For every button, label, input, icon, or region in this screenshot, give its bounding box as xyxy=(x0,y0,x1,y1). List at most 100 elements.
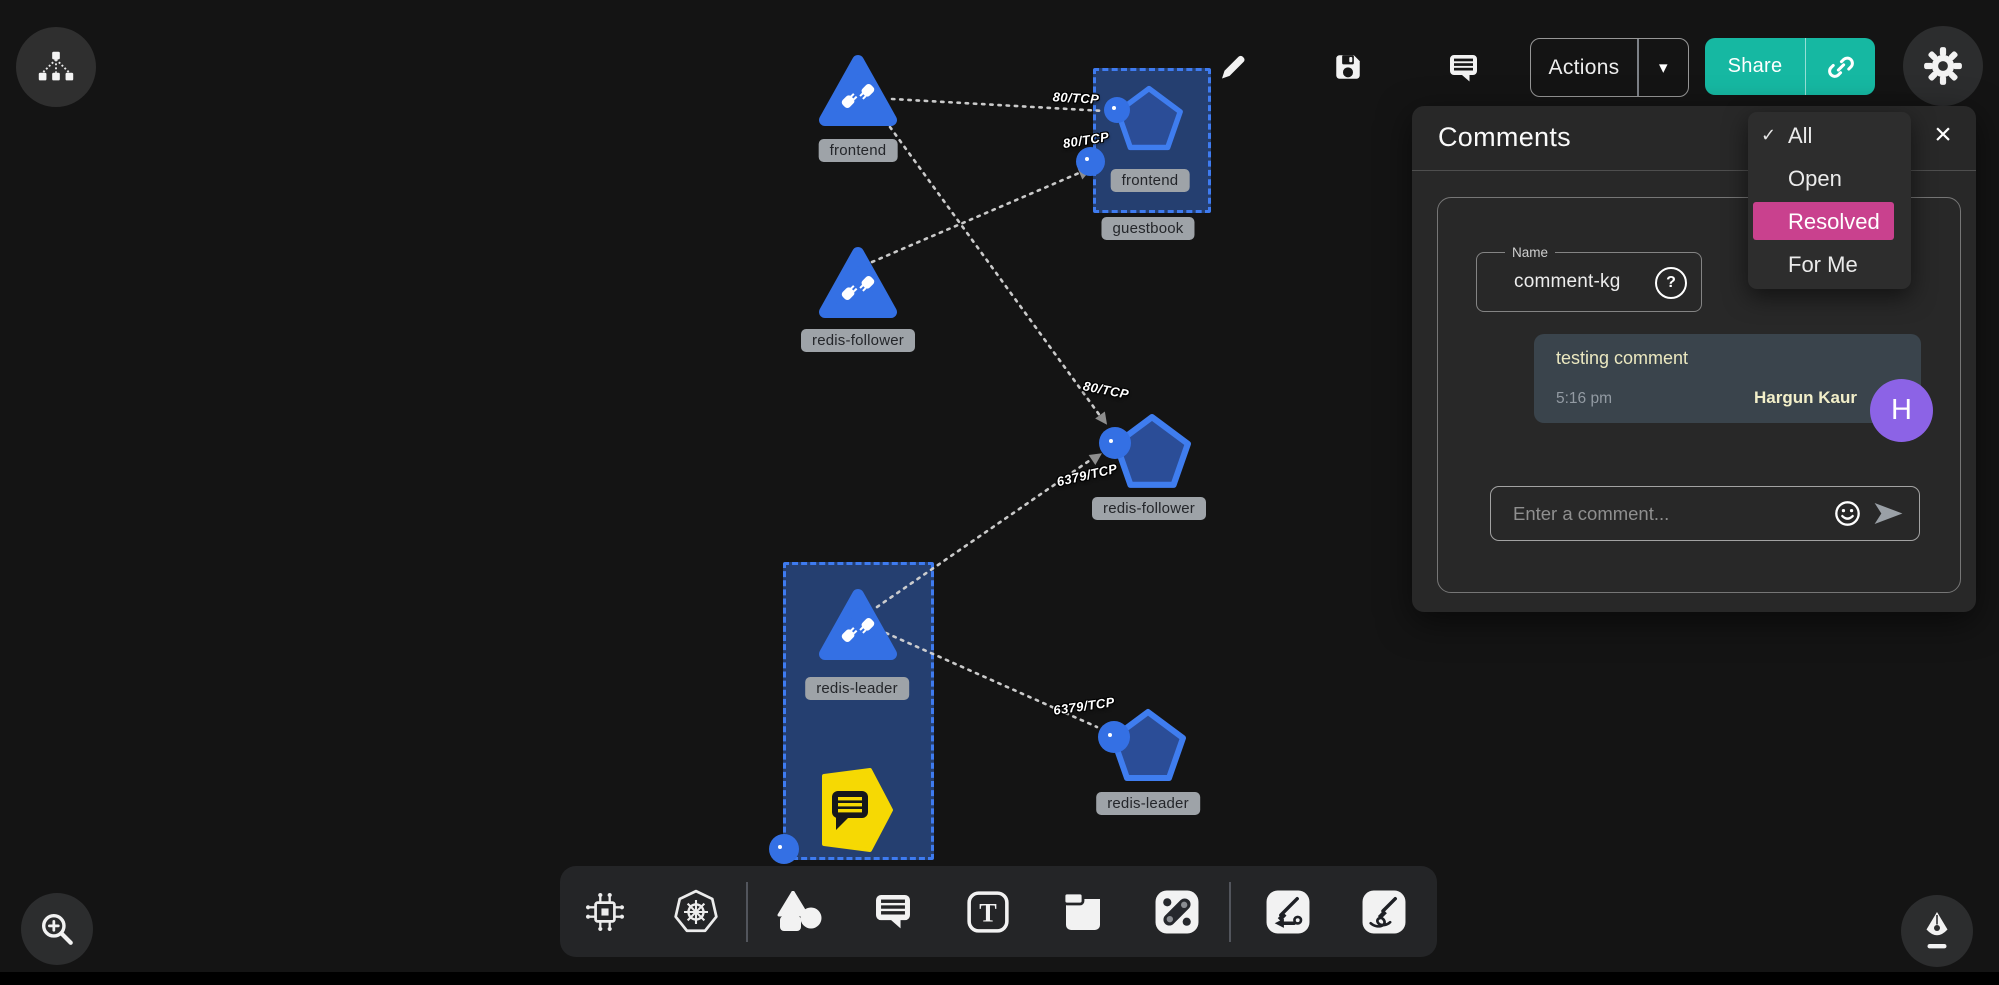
comment-time: 5:16 pm xyxy=(1556,390,1612,408)
comment-icon xyxy=(1447,53,1480,84)
send-icon xyxy=(1873,502,1905,525)
edge-redis-follower-svc-to-guestbook xyxy=(872,170,1086,262)
settings-button[interactable] xyxy=(1903,26,1983,106)
close-panel-button[interactable]: × xyxy=(1926,118,1960,152)
filter-option-all[interactable]: ✓ All xyxy=(1748,114,1911,157)
filter-option-label: Open xyxy=(1788,166,1842,192)
comments-filter-menu: ✓ All Open Resolved For Me xyxy=(1748,112,1911,289)
zoom-in-icon xyxy=(38,910,76,948)
actions-button[interactable]: Actions ▾ xyxy=(1530,38,1689,97)
tool-pencil-draw-button[interactable] xyxy=(1362,889,1407,934)
comment-author: Hargun Kaur xyxy=(1754,388,1857,408)
bottom-letterbox xyxy=(0,972,1999,985)
comment-marker[interactable] xyxy=(820,768,894,857)
pen-arrow-icon xyxy=(1266,889,1311,934)
edge-label: 6379/TCP xyxy=(1055,461,1119,490)
node-label: redis-follower xyxy=(1092,497,1206,520)
node-redis-leader-service[interactable] xyxy=(818,588,898,667)
tool-connector-button[interactable] xyxy=(1155,889,1200,934)
send-comment-button[interactable] xyxy=(1873,502,1905,530)
port-circle[interactable] xyxy=(769,834,799,864)
comment-name-field[interactable]: Name comment-kg ? xyxy=(1476,252,1702,312)
node-label: frontend xyxy=(1111,169,1190,192)
filter-option-open[interactable]: Open xyxy=(1748,157,1911,200)
check-icon: ✓ xyxy=(1761,125,1776,146)
port-circle[interactable] xyxy=(1099,427,1131,459)
port-circle[interactable] xyxy=(1104,97,1130,123)
tool-comment-button[interactable] xyxy=(872,892,914,931)
pen-tool-button[interactable] xyxy=(1901,895,1973,967)
avatar-initial: H xyxy=(1891,394,1912,427)
node-label: redis-leader xyxy=(1096,792,1200,815)
kubernetes-icon xyxy=(672,888,720,936)
diagram-canvas[interactable]: frontend frontend guestbook redis-follow… xyxy=(0,0,1999,985)
share-label: Share xyxy=(1705,55,1805,78)
toolbar-divider xyxy=(746,882,748,942)
panel-title: Comments xyxy=(1438,122,1571,153)
tool-pen-arrow-button[interactable] xyxy=(1266,889,1311,934)
link-icon xyxy=(1826,52,1856,82)
chain-link-icon xyxy=(1155,889,1200,934)
save-button[interactable] xyxy=(1331,50,1365,84)
actions-label: Actions xyxy=(1531,56,1637,80)
smiley-icon xyxy=(1834,500,1861,527)
emoji-button[interactable] xyxy=(1834,500,1861,532)
service-triangle-icon xyxy=(818,588,898,662)
service-triangle-icon xyxy=(818,246,898,320)
filter-option-label: All xyxy=(1788,123,1812,149)
node-frontend-service[interactable] xyxy=(818,54,898,133)
toolbar-divider xyxy=(1229,882,1231,942)
tool-kubernetes-button[interactable] xyxy=(672,888,720,936)
filter-option-for-me[interactable]: For Me xyxy=(1748,243,1911,286)
frame-icon xyxy=(1061,891,1105,933)
node-label: redis-follower xyxy=(801,329,915,352)
comment-icon xyxy=(872,892,914,931)
node-label: redis-leader xyxy=(805,677,909,700)
avatar: H xyxy=(1870,379,1933,442)
share-button[interactable]: Share xyxy=(1705,38,1875,95)
port-circle[interactable] xyxy=(1098,721,1130,753)
arrowhead xyxy=(1095,411,1112,428)
tool-architecture-button[interactable] xyxy=(582,889,628,935)
port-circle[interactable] xyxy=(1076,147,1105,176)
comment-input[interactable] xyxy=(1491,487,1843,540)
comments-toggle-button[interactable] xyxy=(1446,51,1480,85)
layout-tree-button[interactable] xyxy=(16,27,96,107)
comment-text: testing comment xyxy=(1556,348,1688,369)
text-glyph: T xyxy=(979,898,997,927)
edit-button[interactable] xyxy=(1216,50,1250,84)
comment-input-wrap xyxy=(1490,486,1920,541)
edge-frontend-to-redis-follower xyxy=(890,127,1106,424)
filter-option-resolved[interactable]: Resolved xyxy=(1748,200,1911,243)
tree-icon xyxy=(33,45,79,89)
pen-nib-icon xyxy=(1919,910,1955,952)
bottom-toolbar: T xyxy=(560,866,1437,957)
edge-label: 80/TCP xyxy=(1082,378,1130,402)
shapes-icon xyxy=(777,891,823,933)
node-redis-follower-service[interactable] xyxy=(818,246,898,325)
filter-option-label: Resolved xyxy=(1788,209,1880,235)
save-icon xyxy=(1332,51,1364,83)
chevron-down-icon[interactable]: ▾ xyxy=(1639,58,1689,78)
filter-option-label: For Me xyxy=(1788,252,1858,278)
tool-frame-button[interactable] xyxy=(1061,891,1105,933)
circuit-icon xyxy=(582,889,628,935)
edge-label: 80/TCP xyxy=(1052,89,1099,106)
comment-marker-icon xyxy=(820,768,894,852)
name-field-value: comment-kg xyxy=(1514,253,1621,311)
gear-icon xyxy=(1923,46,1963,86)
text-tool-icon: T xyxy=(966,890,1010,934)
help-button[interactable]: ? xyxy=(1655,267,1687,299)
edge-label: 6379/TCP xyxy=(1052,694,1115,717)
tool-shapes-button[interactable] xyxy=(777,891,823,933)
copy-link-button[interactable] xyxy=(1806,52,1875,82)
node-label: frontend xyxy=(819,139,898,162)
zoom-button[interactable] xyxy=(21,893,93,965)
close-icon: × xyxy=(1934,120,1952,150)
group-label: guestbook xyxy=(1101,217,1194,240)
pencil-scribble-icon xyxy=(1362,889,1407,934)
tool-text-button[interactable]: T xyxy=(966,890,1010,934)
comment-card[interactable]: testing comment 5:16 pm Hargun Kaur xyxy=(1534,334,1921,423)
pencil-icon xyxy=(1217,51,1249,83)
help-icon: ? xyxy=(1666,274,1676,292)
